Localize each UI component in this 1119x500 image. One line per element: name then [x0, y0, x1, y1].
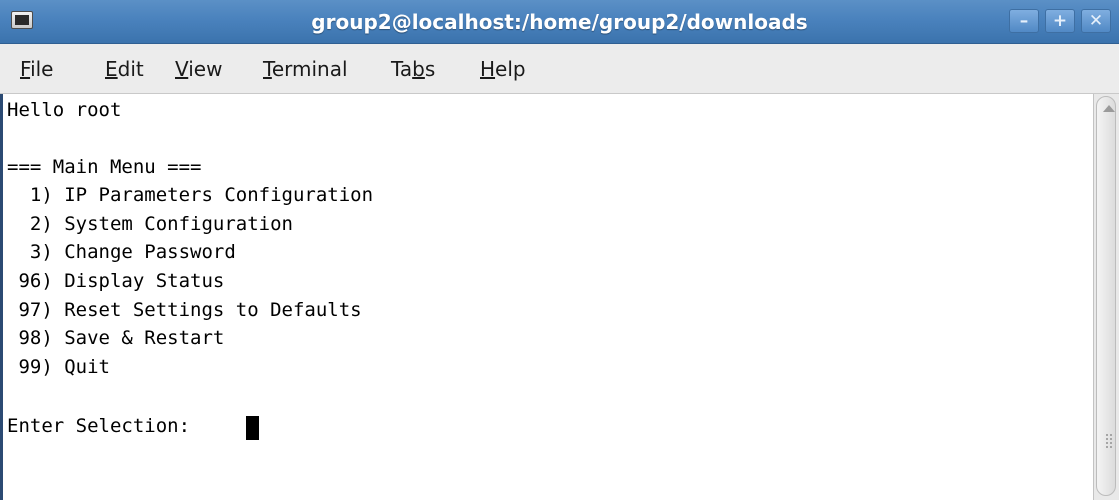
- menu-option: 99) Quit: [7, 356, 110, 378]
- close-button[interactable]: ✕: [1081, 9, 1111, 33]
- title-bar[interactable]: group2@localhost:/home/group2/downloads …: [0, 0, 1119, 44]
- menu-bar: File Edit View Terminal Tabs Help: [0, 44, 1119, 94]
- terminal-window: group2@localhost:/home/group2/downloads …: [0, 0, 1119, 500]
- minimize-button[interactable]: –: [1009, 9, 1039, 33]
- text-cursor[interactable]: [246, 416, 259, 440]
- menu-option: 2) System Configuration: [7, 213, 293, 235]
- menu-option: 97) Reset Settings to Defaults: [7, 299, 362, 321]
- scroll-thumb[interactable]: [1096, 96, 1116, 496]
- maximize-button[interactable]: +: [1045, 9, 1075, 33]
- menu-help[interactable]: Help: [480, 57, 526, 81]
- maximize-icon: +: [1052, 11, 1068, 31]
- menu-file[interactable]: File: [20, 57, 53, 81]
- menu-terminal[interactable]: Terminal: [263, 57, 348, 81]
- close-icon: ✕: [1088, 11, 1104, 31]
- window-controls: – + ✕: [1001, 0, 1119, 44]
- menu-option: 1) IP Parameters Configuration: [7, 184, 374, 206]
- menu-view[interactable]: View: [175, 57, 222, 81]
- menu-option: 96) Display Status: [7, 270, 225, 292]
- scroll-up-arrow-icon: [1103, 105, 1115, 112]
- greeting-line: Hello root: [7, 99, 122, 121]
- scroll-grip-icon: [1105, 433, 1113, 449]
- menu-option: 98) Save & Restart: [7, 327, 225, 349]
- menu-tabs[interactable]: Tabs: [391, 57, 435, 81]
- menu-header: === Main Menu ===: [7, 156, 202, 178]
- terminal-output[interactable]: Hello root === Main Menu === 1) IP Param…: [0, 94, 1093, 500]
- vertical-scrollbar[interactable]: [1093, 94, 1119, 500]
- selection-prompt: Enter Selection:: [7, 415, 202, 437]
- menu-edit[interactable]: Edit: [105, 57, 144, 81]
- window-title: group2@localhost:/home/group2/downloads: [311, 10, 808, 34]
- menu-option: 3) Change Password: [7, 241, 236, 263]
- minimize-icon: –: [1019, 11, 1029, 31]
